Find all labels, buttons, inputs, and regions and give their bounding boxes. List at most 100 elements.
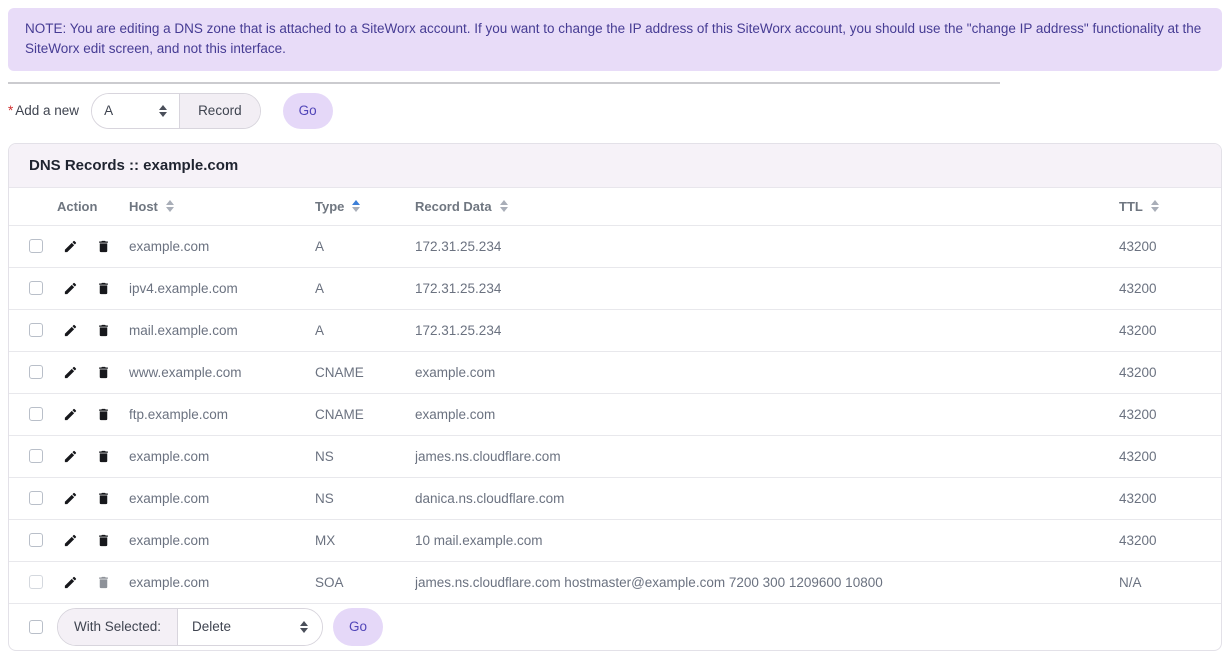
row-ttl: 43200 [1119,533,1221,548]
table-row: www.example.com CNAME example.com 43200 [9,351,1221,393]
row-checkbox[interactable] [29,365,43,379]
row-type: A [315,239,415,254]
select-arrows-icon [300,621,308,633]
row-ttl: 43200 [1119,323,1221,338]
row-ttl: 43200 [1119,365,1221,380]
row-type: NS [315,491,415,506]
row-host: www.example.com [129,365,315,380]
row-record-data: example.com [415,407,1119,422]
edit-icon[interactable] [63,365,78,380]
edit-icon[interactable] [63,533,78,548]
row-type: A [315,323,415,338]
delete-icon[interactable] [96,239,111,254]
row-type: MX [315,533,415,548]
row-type: A [315,281,415,296]
sort-icon-type[interactable] [352,200,360,212]
sort-icon-host[interactable] [166,200,174,212]
row-checkbox[interactable] [29,575,43,589]
row-checkbox[interactable] [29,323,43,337]
column-header-action: Action [57,199,129,214]
note-text: NOTE: You are editing a DNS zone that is… [25,21,1201,56]
row-host: ftp.example.com [129,407,315,422]
bulk-action-value: Delete [192,619,231,634]
column-header-type[interactable]: Type [315,199,415,214]
column-header-host[interactable]: Host [129,199,315,214]
table-row: example.com NS danica.ns.cloudflare.com … [9,477,1221,519]
row-ttl: 43200 [1119,491,1221,506]
row-checkbox[interactable] [29,239,43,253]
row-record-data: danica.ns.cloudflare.com [415,491,1119,506]
row-host: mail.example.com [129,323,315,338]
edit-icon[interactable] [63,281,78,296]
record-type-select[interactable]: A [92,94,180,128]
row-host: ipv4.example.com [129,281,315,296]
dns-rows: example.com A 172.31.25.234 43200 ipv4.e… [9,225,1221,603]
bulk-action-row: With Selected: Delete Go [9,603,1221,650]
delete-icon[interactable] [96,281,111,296]
add-record-row: * Add a new A Record Go [8,93,1230,129]
row-record-data: 172.31.25.234 [415,239,1119,254]
row-checkbox[interactable] [29,407,43,421]
record-type-value: A [104,103,113,118]
delete-icon[interactable] [96,365,111,380]
delete-icon[interactable] [96,491,111,506]
row-checkbox[interactable] [29,281,43,295]
table-row: example.com SOA james.ns.cloudflare.com … [9,561,1221,603]
row-host: example.com [129,533,315,548]
row-type: SOA [315,575,415,590]
table-header-row: Action Host Type Record Data TTL [9,188,1221,225]
edit-icon[interactable] [63,449,78,464]
row-checkbox[interactable] [29,533,43,547]
row-type: CNAME [315,407,415,422]
row-type: CNAME [315,365,415,380]
row-record-data: example.com [415,365,1119,380]
table-row: ftp.example.com CNAME example.com 43200 [9,393,1221,435]
table-row: example.com MX 10 mail.example.com 43200 [9,519,1221,561]
row-checkbox[interactable] [29,449,43,463]
select-all-checkbox[interactable] [29,620,43,634]
table-row: example.com A 172.31.25.234 43200 [9,225,1221,267]
table-row: example.com NS james.ns.cloudflare.com 4… [9,435,1221,477]
row-ttl: N/A [1119,575,1221,590]
record-suffix-label: Record [180,94,260,128]
bulk-action-select[interactable]: Delete [178,609,322,645]
delete-icon[interactable] [96,407,111,422]
table-row: mail.example.com A 172.31.25.234 43200 [9,309,1221,351]
add-record-go-button[interactable]: Go [283,93,333,129]
table-row: ipv4.example.com A 172.31.25.234 43200 [9,267,1221,309]
panel-title: DNS Records :: example.com [9,144,1221,188]
edit-icon[interactable] [63,575,78,590]
sort-icon-ttl[interactable] [1151,200,1159,212]
column-header-record-data[interactable]: Record Data [415,199,1119,214]
required-marker: * [8,103,13,118]
edit-icon[interactable] [63,491,78,506]
edit-icon[interactable] [63,323,78,338]
note-banner: NOTE: You are editing a DNS zone that is… [8,8,1222,71]
select-arrows-icon [159,105,167,117]
row-record-data: 172.31.25.234 [415,281,1119,296]
edit-icon[interactable] [63,239,78,254]
delete-icon[interactable] [96,533,111,548]
row-host: example.com [129,449,315,464]
row-ttl: 43200 [1119,281,1221,296]
row-record-data: james.ns.cloudflare.com [415,449,1119,464]
row-host: example.com [129,575,315,590]
delete-icon [96,575,111,590]
dns-records-panel: DNS Records :: example.com Action Host T… [8,143,1222,651]
add-record-label: Add a new [15,103,79,118]
delete-icon[interactable] [96,449,111,464]
record-type-pill: A Record [91,93,261,129]
row-checkbox[interactable] [29,491,43,505]
row-record-data: james.ns.cloudflare.com hostmaster@examp… [415,575,1119,590]
row-ttl: 43200 [1119,449,1221,464]
row-record-data: 10 mail.example.com [415,533,1119,548]
edit-icon[interactable] [63,407,78,422]
sort-icon-record-data[interactable] [500,200,508,212]
row-record-data: 172.31.25.234 [415,323,1119,338]
section-divider [8,82,1000,84]
row-type: NS [315,449,415,464]
delete-icon[interactable] [96,323,111,338]
bulk-action-go-button[interactable]: Go [333,608,383,646]
column-header-ttl[interactable]: TTL [1119,199,1221,214]
row-host: example.com [129,239,315,254]
